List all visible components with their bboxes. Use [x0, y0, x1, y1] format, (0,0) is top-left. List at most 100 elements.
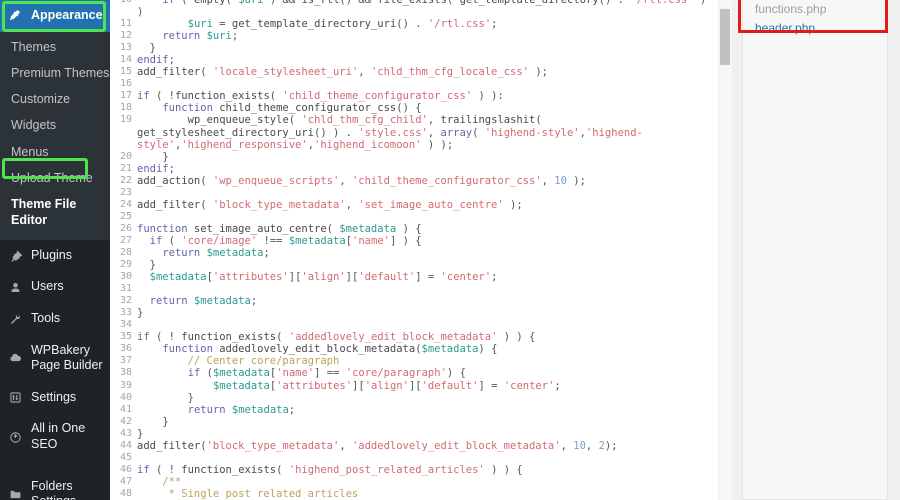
- code-line-number: 37: [119, 355, 132, 367]
- code-line-source: wp_enqueue_style( 'chld_thm_cfg_child', …: [137, 114, 643, 151]
- code-line: 40 }: [110, 392, 718, 404]
- sidebar-item-settings[interactable]: Settings: [0, 382, 110, 414]
- sidebar-item-folders-settings[interactable]: Folders Settings: [0, 471, 110, 500]
- sidebar-item-wpbakery-page-builder[interactable]: WPBakery Page Builder: [0, 335, 110, 382]
- code-line: 18 function child_theme_configurator_css…: [110, 102, 718, 114]
- code-line: 20 }: [110, 151, 718, 163]
- submenu-item-customize[interactable]: Customize: [0, 86, 110, 112]
- file-panel-scroll-strip[interactable]: [889, 0, 900, 500]
- sidebar-item-label-settings: Settings: [31, 389, 77, 404]
- code-line-source: endif;: [137, 54, 175, 67]
- code-line-source: [137, 78, 718, 90]
- code-line: 17 if ( !function_exists( 'child_theme_co…: [110, 90, 718, 102]
- submenu-item-themes[interactable]: Themes: [0, 34, 110, 60]
- wpbakery-cloud-icon: [7, 352, 24, 365]
- submenu-item-premium-themes[interactable]: Premium Themes: [0, 60, 110, 86]
- code-line-source: }: [162, 150, 169, 163]
- code-line: 44 add_filter('block_type_metadata', 'add…: [110, 440, 718, 452]
- code-editor[interactable]: 10 if ( empty( $uri ) && is_rtl() && fil…: [110, 0, 718, 500]
- code-line-number: 48: [119, 487, 132, 499]
- code-line-number: 28: [119, 246, 132, 258]
- code-line: 25: [110, 211, 718, 223]
- code-line-source: return $metadata;: [187, 403, 296, 416]
- code-line-source: }: [149, 42, 156, 55]
- code-line-source: if ( ! function_exists( 'highend_post_re…: [137, 463, 523, 476]
- settings-sliders-icon: [7, 391, 24, 404]
- code-line-number: 35: [119, 331, 132, 343]
- code-line-number: 40: [119, 391, 132, 403]
- tools-wrench-icon: [7, 312, 24, 325]
- theme-files-box: functions.php header.php: [742, 0, 888, 500]
- submenu-label-themes: Themes: [11, 39, 57, 54]
- submenu-item-upload-theme[interactable]: Upload Theme: [0, 165, 110, 191]
- code-line-source: function set_image_auto_centre( $metadat…: [137, 222, 422, 235]
- code-line: 11 $uri = get_template_directory_uri() .…: [110, 18, 718, 30]
- code-line: 23: [110, 187, 718, 199]
- appearance-brush-icon: [7, 9, 24, 22]
- code-line-number: 31: [119, 283, 132, 295]
- code-line-number: 22: [119, 174, 132, 186]
- code-line-source: return $metadata;: [162, 246, 270, 259]
- code-line-source: add_action( 'wp_enqueue_scripts', 'child…: [137, 174, 586, 187]
- sidebar-item-label-aioseo: All in One SEO: [31, 421, 86, 451]
- code-line-source: [137, 187, 718, 199]
- code-line-source: endif;: [137, 162, 175, 175]
- sidebar-item-label-tools: Tools: [31, 310, 61, 325]
- submenu-item-theme-file-editor[interactable]: Theme File Editor: [0, 191, 110, 234]
- code-line-number: 33: [119, 307, 132, 319]
- code-line-source: $metadata['attributes']['align']['defaul…: [212, 379, 561, 392]
- code-line-number: 14: [119, 54, 132, 66]
- submenu-item-widgets[interactable]: Widgets: [0, 112, 110, 138]
- aioseo-circle-icon: [7, 431, 24, 444]
- code-line: 42 }: [110, 416, 718, 428]
- code-line-number: 26: [119, 222, 132, 234]
- code-editor-lines: 10 if ( empty( $uri ) && is_rtl() && fil…: [110, 0, 718, 500]
- code-line: 28 return $metadata;: [110, 247, 718, 259]
- code-line-number: 44: [119, 439, 132, 451]
- code-line-source: * Single post related articles: [137, 487, 359, 500]
- editor-vertical-scrollbar[interactable]: [718, 0, 732, 500]
- code-line-source: return $metadata;: [149, 295, 258, 308]
- code-line-source: /**: [137, 475, 182, 488]
- code-line: 36 function addedlovely_edit_block_metad…: [110, 343, 718, 355]
- code-line: 22 add_action( 'wp_enqueue_scripts', 'chi…: [110, 175, 718, 187]
- code-line-number: 36: [119, 343, 132, 355]
- code-line-number: 16: [119, 78, 132, 90]
- theme-file-item-header[interactable]: header.php: [755, 19, 887, 38]
- sidebar-item-label-appearance: Appearance: [31, 8, 103, 22]
- code-line: 33}: [110, 307, 718, 319]
- submenu-item-menus[interactable]: Menus: [0, 139, 110, 165]
- code-line-source: if ( empty( $uri ) && is_rtl() && file_e…: [137, 0, 707, 19]
- code-line-source: [137, 211, 718, 223]
- code-line: 46 if ( ! function_exists( 'highend_post_…: [110, 464, 718, 476]
- code-line: 13 }: [110, 42, 718, 54]
- code-line-source: }: [137, 307, 144, 320]
- code-line-source: add_filter('block_type_metadata', 'added…: [137, 439, 618, 452]
- sidebar-item-plugins[interactable]: Plugins: [0, 240, 110, 272]
- code-line: 30 $metadata['attributes']['align']['def…: [110, 271, 718, 283]
- code-line: 47 /**: [110, 476, 718, 488]
- admin-sidebar-menu: Appearance Themes Premium Themes Customi…: [0, 0, 110, 500]
- sidebar-item-appearance[interactable]: Appearance: [0, 0, 110, 32]
- code-line-source: function child_theme_configurator_css() …: [162, 102, 422, 115]
- sidebar-item-all-in-one-seo[interactable]: All in One SEO: [0, 413, 110, 460]
- code-line-number: 10: [110, 0, 137, 6]
- code-line-number: 20: [119, 150, 132, 162]
- code-line: 34: [110, 319, 718, 331]
- code-line-source: [137, 283, 718, 295]
- sidebar-item-users[interactable]: Users: [0, 271, 110, 303]
- code-line-number: 19: [119, 114, 132, 126]
- sidebar-item-tools[interactable]: Tools: [0, 303, 110, 335]
- code-line-number: 18: [119, 102, 132, 114]
- plugins-plug-icon: [7, 249, 24, 262]
- submenu-label-widgets: Widgets: [11, 118, 57, 133]
- editor-scrollbar-thumb[interactable]: [720, 9, 730, 65]
- code-line-number: 24: [119, 198, 132, 210]
- theme-file-label-header: header.php: [755, 21, 816, 36]
- theme-file-item-functions[interactable]: functions.php: [755, 0, 887, 19]
- code-line-source: }: [137, 427, 144, 440]
- code-line: 48 * Single post related articles: [110, 488, 718, 500]
- code-line-source: $metadata['attributes']['align']['defaul…: [149, 271, 498, 284]
- code-line-number: 47: [119, 475, 132, 487]
- theme-file-editor-panel: 10 if ( empty( $uri ) && is_rtl() && fil…: [110, 0, 732, 500]
